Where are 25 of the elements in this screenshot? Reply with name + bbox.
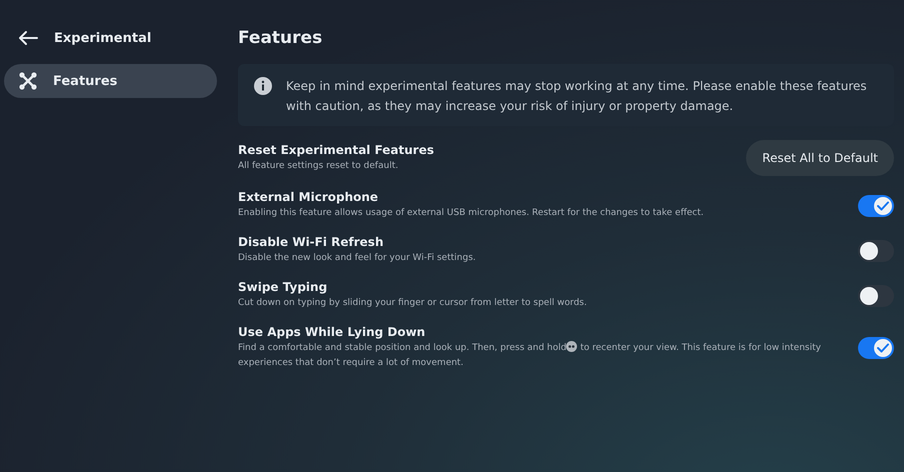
check-icon — [877, 343, 889, 353]
setting-title: Swipe Typing — [238, 280, 328, 294]
toggle-switch[interactable] — [858, 337, 894, 359]
check-icon — [877, 200, 889, 210]
setting-title: Reset Experimental Features — [238, 142, 436, 156]
setting-description: Cut down on typing by sliding your finger or cursor from letter to spell words. — [238, 297, 588, 310]
controller-button-icon — [566, 341, 578, 352]
setting-description: All feature settings reset to default. — [238, 160, 400, 172]
sidebar-item[interactable]: Features — [4, 64, 217, 98]
toggle-switch[interactable] — [858, 284, 894, 306]
setting-description: Find a comfortable and stable position and look up. Then, press and hold to recenter your view. This feature is for low intensity experiences that don’t require a lot of movement. — [238, 341, 822, 370]
notice-text: Keep in mind experimental features may stop working at any time. Please enable these features with caution, as they may increase your risk of injury or property damage. — [286, 78, 868, 115]
reset-button[interactable]: Reset All to Default — [746, 140, 894, 176]
setting-title: Use Apps While Lying Down — [238, 325, 426, 339]
nodes-icon — [19, 72, 37, 90]
back-button[interactable]: Experimental — [4, 22, 230, 54]
setting-title: Disable Wi-Fi Refresh — [238, 235, 384, 249]
toggle-switch[interactable] — [858, 194, 894, 216]
page-title: Features — [238, 28, 324, 48]
setting-title: External Microphone — [238, 190, 380, 204]
setting-description: Disable the new look and feel for your Wi-Fi settings. — [238, 252, 477, 265]
toggle-switch[interactable] — [858, 240, 894, 262]
setting-description: Enabling this feature allows usage of external USB microphones. Restart for the changes to take effect. — [238, 207, 705, 220]
info-icon — [254, 77, 272, 95]
back-arrow-icon — [18, 30, 38, 46]
